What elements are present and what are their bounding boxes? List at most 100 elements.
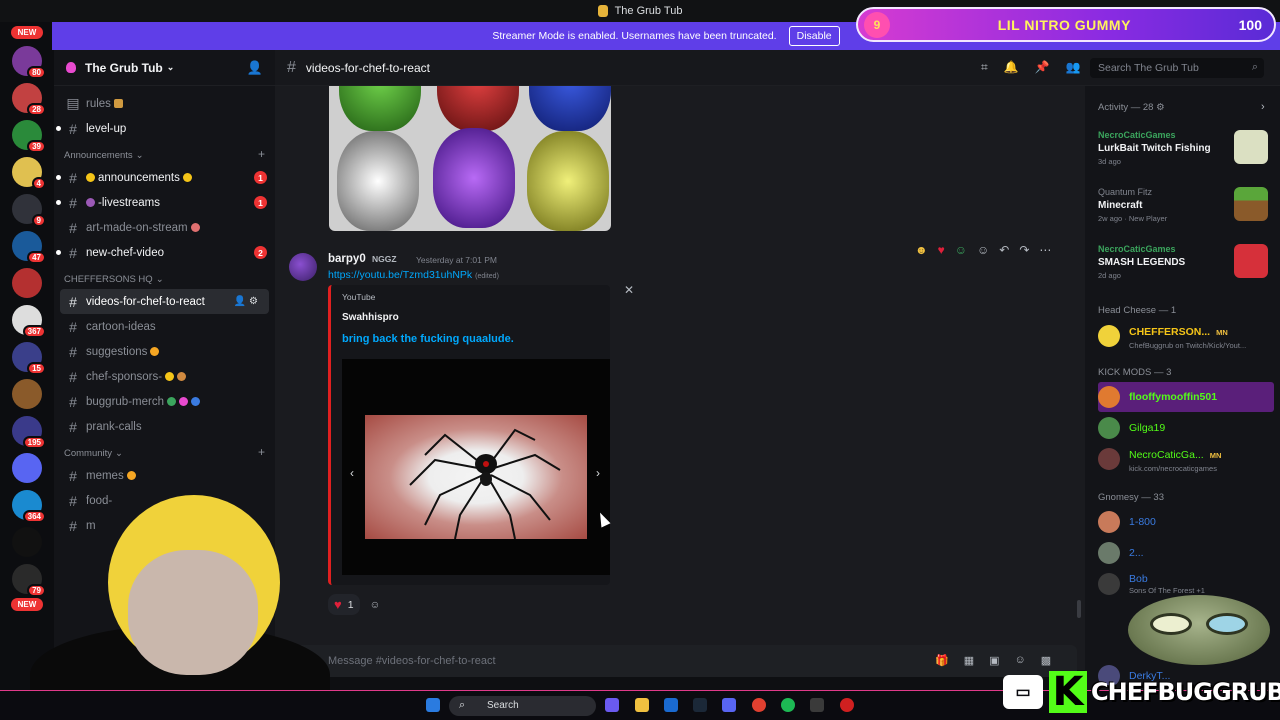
server-icon[interactable]: 195 bbox=[12, 416, 46, 449]
channel-new-chef-video[interactable]: # new-chef-video 2 bbox=[54, 240, 275, 265]
pin-icon[interactable]: 📌 bbox=[1035, 60, 1050, 75]
chrome-icon[interactable] bbox=[752, 698, 766, 712]
hash-icon: # bbox=[69, 219, 77, 236]
discord-icon[interactable] bbox=[722, 698, 736, 712]
disable-streamer-mode-button[interactable]: Disable bbox=[788, 26, 840, 46]
channel-livestreams[interactable]: # -livestreams 1 bbox=[54, 190, 275, 215]
search-box[interactable]: Search The Grub Tub ⌕ bbox=[1090, 58, 1264, 78]
channel-videos-for-chef-to-react[interactable]: # videos-for-chef-to-react 👤⚙ bbox=[60, 289, 269, 314]
server-icon[interactable]: 80 bbox=[12, 46, 46, 79]
members-icon[interactable]: 👥 bbox=[1066, 60, 1081, 75]
channel-chef-sponsors[interactable]: # chef-sponsors- bbox=[54, 364, 275, 389]
member-item[interactable]: Gilga19 bbox=[1098, 413, 1274, 443]
mention-badge: 1 bbox=[254, 196, 267, 209]
channel-rules[interactable]: ▤ rules bbox=[54, 91, 275, 116]
chevron-down-icon: ⌄ bbox=[135, 150, 144, 161]
close-icon[interactable]: ✕ bbox=[624, 283, 634, 297]
app-icon[interactable] bbox=[664, 698, 678, 712]
create-channel-icon[interactable]: + bbox=[258, 445, 265, 459]
video-player[interactable]: ‹ › bbox=[342, 359, 610, 575]
sticker-icon[interactable]: ▣ bbox=[989, 654, 999, 667]
emoji-reaction-icon[interactable]: ☻ bbox=[915, 243, 928, 257]
chat-scrollbar[interactable] bbox=[1077, 600, 1081, 618]
avatar[interactable] bbox=[289, 253, 317, 281]
member-item[interactable]: CHEFFERSON... MN ChefBuggrub on Twitch/Ki… bbox=[1098, 321, 1274, 351]
add-reaction-icon[interactable]: ☺ bbox=[977, 243, 989, 257]
channel-name: new-chef-video bbox=[86, 246, 164, 259]
channel-buggrub-merch[interactable]: # buggrub-merch bbox=[54, 389, 275, 414]
streamer-brand: ▭ K CHEFBUGGRUB bbox=[1003, 667, 1280, 717]
channel-announcements[interactable]: # announcements 1 bbox=[54, 165, 275, 190]
server-icon[interactable] bbox=[12, 268, 42, 298]
heart-reaction-icon[interactable]: ♥ bbox=[938, 243, 945, 257]
taskbar-search[interactable]: ⌕ Search bbox=[449, 696, 596, 716]
member-item[interactable]: 1-800 bbox=[1098, 507, 1274, 537]
previous-image-attachment[interactable] bbox=[329, 86, 611, 231]
mention-badge: 9 bbox=[31, 214, 46, 227]
member-item[interactable]: 2... bbox=[1098, 538, 1274, 568]
frog-reaction-icon[interactable]: ☺ bbox=[955, 243, 967, 257]
threads-icon[interactable]: ⌗ bbox=[981, 60, 988, 75]
server-icon[interactable]: 28 bbox=[12, 83, 46, 116]
windows-start-icon[interactable] bbox=[426, 698, 440, 712]
obs-icon[interactable] bbox=[840, 698, 854, 712]
chevron-left-icon[interactable]: ‹ bbox=[350, 466, 354, 480]
forward-icon[interactable]: ↷ bbox=[1019, 243, 1029, 257]
more-icon[interactable]: ⋯ bbox=[1039, 243, 1051, 257]
invite-icon[interactable]: 👤 bbox=[247, 60, 263, 76]
mention-badge: 195 bbox=[22, 436, 46, 449]
spider-image bbox=[409, 428, 561, 539]
server-icon[interactable]: 4 bbox=[12, 157, 46, 190]
create-channel-icon[interactable]: + bbox=[258, 147, 265, 161]
member-item[interactable]: NecroCaticGa... MN kick.com/necrocaticgam… bbox=[1098, 444, 1274, 474]
server-icon[interactable]: 39 bbox=[12, 120, 46, 153]
member-item[interactable]: Bob Sons Of The Forest +1 bbox=[1098, 569, 1274, 599]
video-thumbnail[interactable] bbox=[365, 415, 587, 539]
spotify-icon[interactable] bbox=[781, 698, 795, 712]
server-icon[interactable]: 47 bbox=[12, 231, 46, 264]
gift-icon[interactable]: 🎁 bbox=[935, 654, 949, 667]
server-icon[interactable]: 15 bbox=[12, 342, 46, 375]
server-icon[interactable] bbox=[12, 453, 42, 483]
emoji-icon[interactable]: ☺ bbox=[1015, 654, 1026, 667]
app-icon[interactable] bbox=[605, 698, 619, 712]
embed-title[interactable]: bring back the fucking quaalude. bbox=[342, 333, 514, 345]
heart-reaction[interactable]: ♥ 1 bbox=[328, 594, 360, 615]
laugh-emoji-icon bbox=[126, 471, 136, 480]
apps-icon[interactable]: ▩ bbox=[1041, 654, 1051, 667]
category-cheffersons-hq[interactable]: CHEFFERSONS HQ ⌄ bbox=[54, 265, 275, 289]
chevron-right-icon[interactable]: › bbox=[1261, 101, 1265, 113]
channel-level-up[interactable]: # level-up bbox=[54, 116, 275, 141]
channel-memes[interactable]: # memes bbox=[54, 463, 275, 488]
link-text[interactable]: https://youtu.be/Tzmd31uhNPk bbox=[328, 269, 472, 281]
channel-cartoon-ideas[interactable]: # cartoon-ideas bbox=[54, 314, 275, 339]
message-author[interactable]: barpy0 bbox=[328, 253, 366, 265]
gif-icon[interactable]: ▦ bbox=[964, 654, 974, 667]
embed-author[interactable]: Swahhispro bbox=[342, 312, 399, 323]
channel-suggestions[interactable]: # suggestions bbox=[54, 339, 275, 364]
server-header[interactable]: The Grub Tub ⌄ 👤 bbox=[54, 50, 275, 86]
server-icon[interactable]: 9 bbox=[12, 194, 46, 227]
server-icon[interactable]: 367 bbox=[12, 305, 46, 338]
message-composer[interactable]: + Message #videos-for-chef-to-react 🎁 ▦ … bbox=[287, 645, 1077, 677]
activity-card[interactable]: NecroCaticGames SMASH LEGENDS 2d ago bbox=[1098, 244, 1268, 290]
member-item[interactable]: flooffymooffin501 bbox=[1098, 382, 1274, 412]
member-name: Bob bbox=[1129, 573, 1148, 585]
reply-icon[interactable]: ↶ bbox=[999, 243, 1009, 257]
channel-prank-calls[interactable]: # prank-calls bbox=[54, 414, 275, 439]
steam-icon[interactable] bbox=[693, 698, 707, 712]
folder-icon[interactable] bbox=[635, 698, 649, 712]
category-announcements[interactable]: Announcements ⌄ + bbox=[54, 141, 275, 165]
category-community[interactable]: Community ⌄ + bbox=[54, 439, 275, 463]
message-link[interactable]: https://youtu.be/Tzmd31uhNPk (edited) bbox=[328, 269, 499, 281]
channel-art-made-on-stream[interactable]: # art-made-on-stream bbox=[54, 215, 275, 240]
chevron-right-icon[interactable]: › bbox=[596, 466, 600, 480]
activity-card[interactable]: NecroCaticGames LurkBait Twitch Fishing … bbox=[1098, 130, 1268, 176]
add-reaction-icon[interactable]: ☺ bbox=[370, 599, 381, 611]
channel-settings-icon[interactable]: 👤⚙ bbox=[234, 296, 261, 307]
server-icon[interactable] bbox=[12, 379, 42, 409]
app-icon[interactable] bbox=[810, 698, 824, 712]
activity-card[interactable]: Quantum Fitz Minecraft 2w ago · New Play… bbox=[1098, 187, 1268, 233]
gear-icon[interactable]: ⚙ bbox=[1156, 102, 1165, 113]
bell-icon[interactable]: 🔔 bbox=[1004, 60, 1019, 75]
